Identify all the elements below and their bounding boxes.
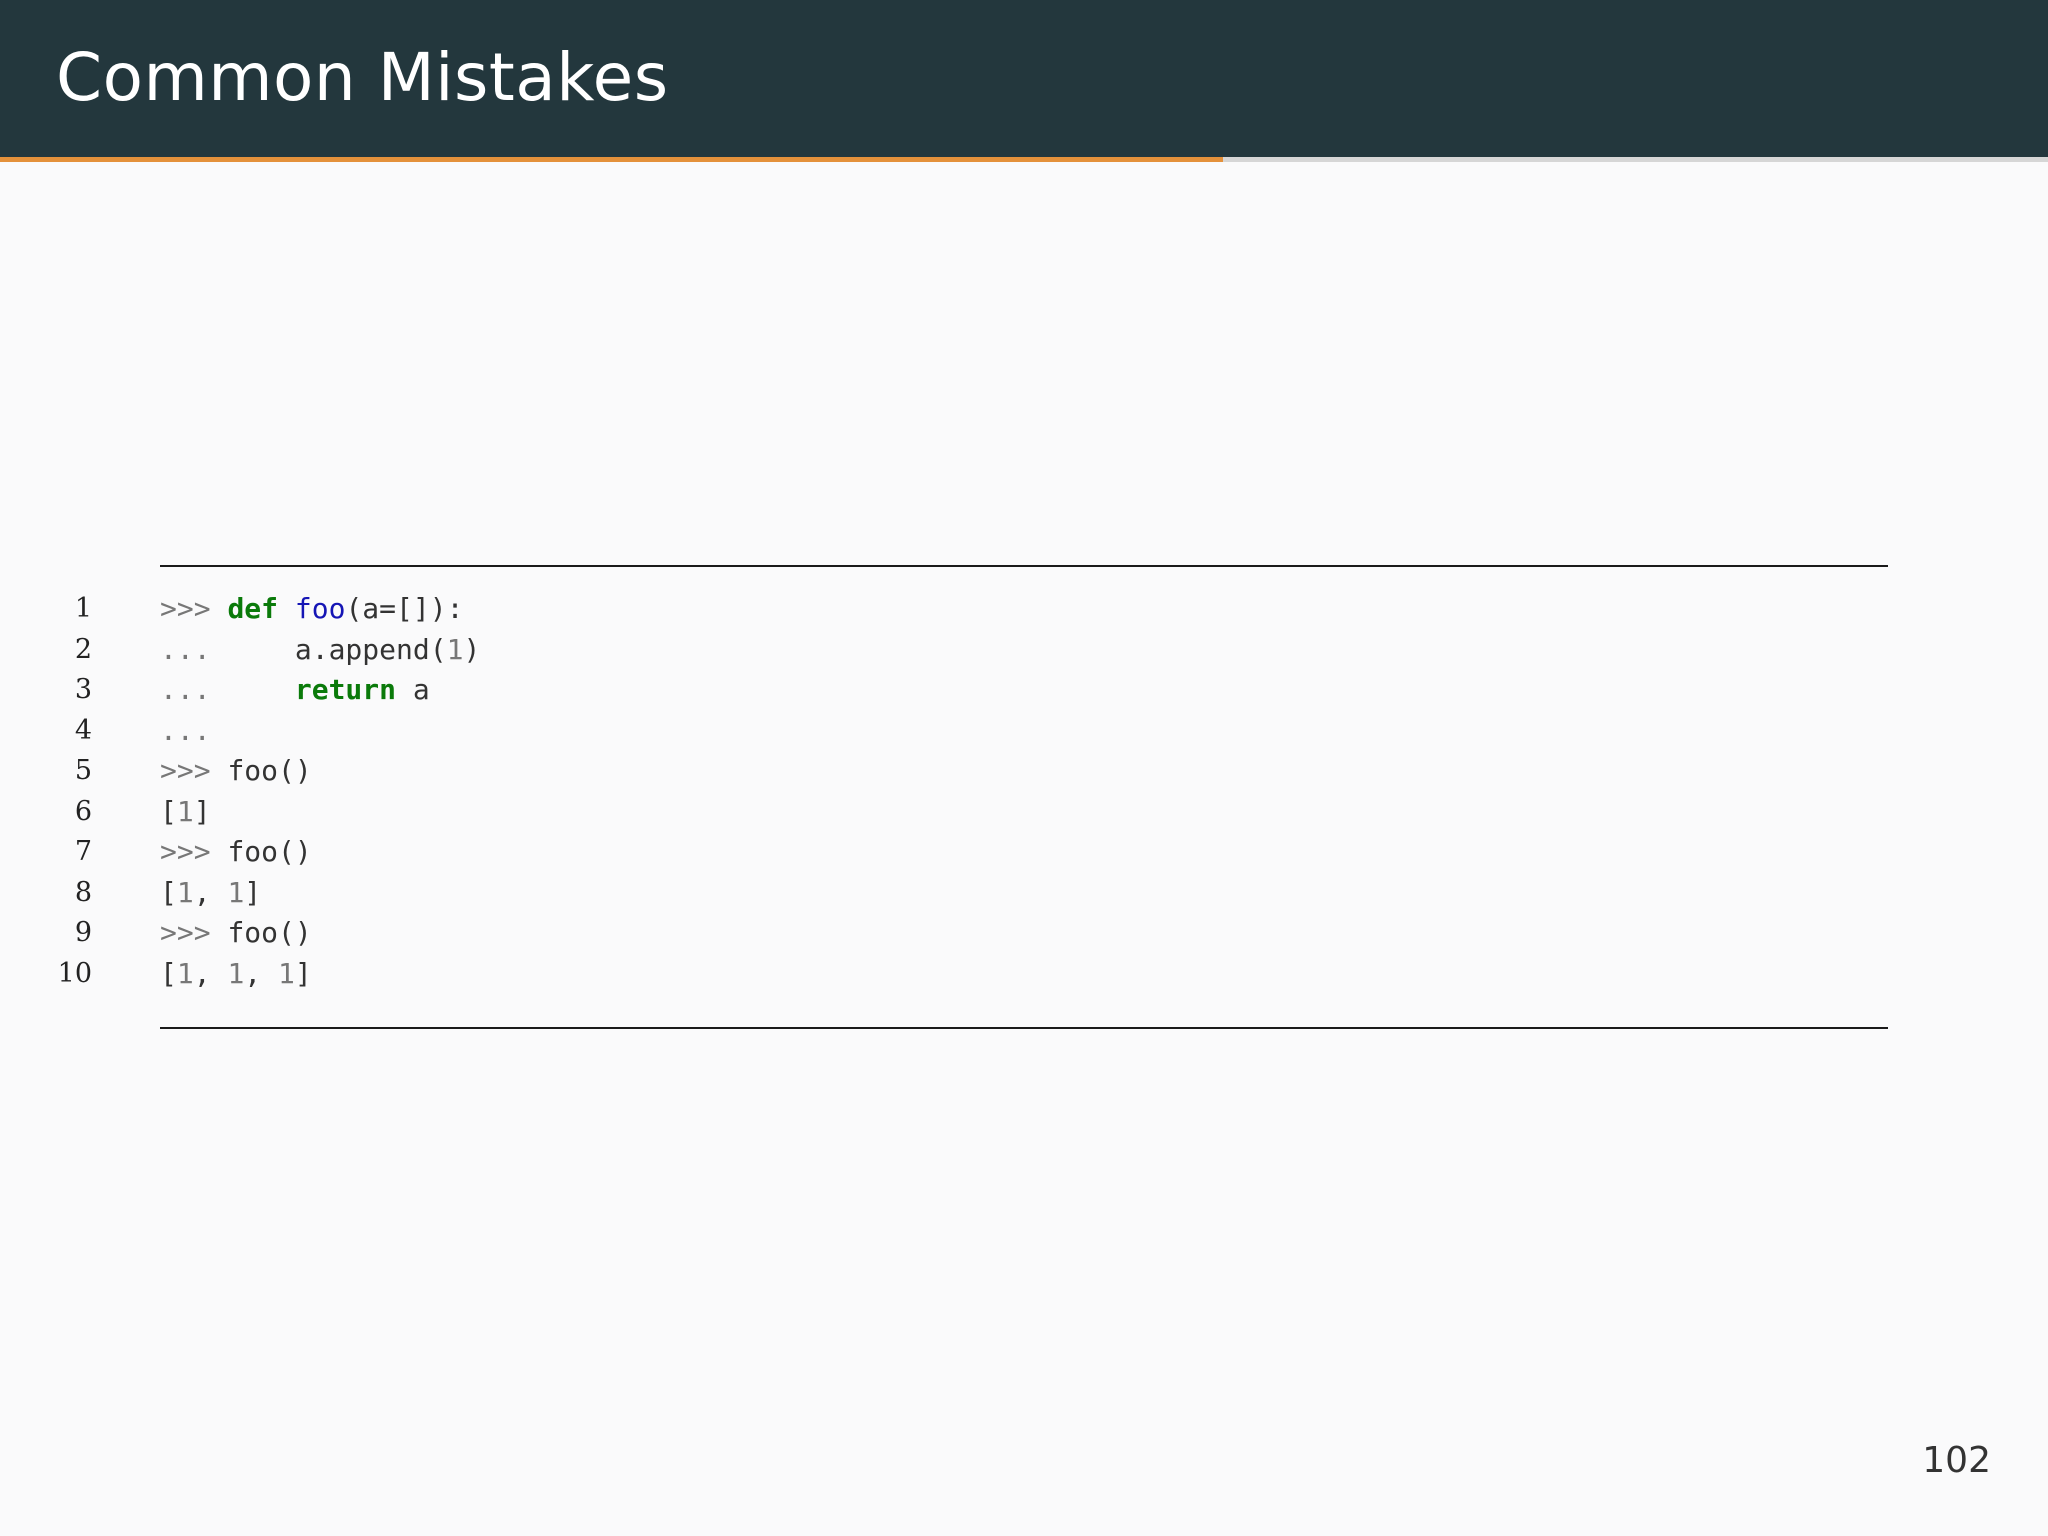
page-number: 102 (1922, 1440, 1991, 1481)
line-number: 8 (74, 876, 92, 908)
code-token-plain: a.append( (294, 632, 447, 666)
code-line: 2... a.append(1) (0, 630, 2048, 671)
code-line: 3... return a (0, 670, 2048, 711)
code-token-plain: ) (463, 632, 481, 666)
code-token-plain: , (193, 875, 228, 909)
line-number: 4 (74, 714, 92, 746)
code-token-plain: ] (294, 956, 312, 990)
code-text: [1, 1, 1] (160, 954, 312, 994)
code-line: 8 [1, 1] (0, 873, 2048, 914)
code-token-plain: [ (160, 875, 177, 909)
code-text: ... return a (160, 670, 430, 710)
progress-bar-fill (0, 157, 1223, 162)
code-line: 4... (0, 711, 2048, 752)
code-line: 7 >>> foo() (0, 832, 2048, 873)
code-listing: 1 >>> def foo(a=[]): 2... a.append(1) 3... … (0, 589, 2048, 994)
line-number: 2 (74, 633, 92, 665)
code-token-num: 1 (176, 875, 194, 909)
line-number: 10 (57, 957, 92, 989)
code-token-prompt: >>> (160, 835, 228, 868)
code-line: 6 [1] (0, 792, 2048, 833)
code-token-prompt: ... (160, 632, 295, 666)
code-line: 5 >>> foo() (0, 751, 2048, 792)
line-number: 9 (74, 917, 92, 948)
code-text: >>> foo() (160, 913, 312, 953)
code-token-plain: foo() (227, 916, 312, 949)
code-token-plain: [ (160, 794, 177, 828)
progress-bar (0, 157, 2048, 162)
code-token-prompt: >>> (160, 754, 228, 787)
slide-title: Common Mistakes (56, 39, 669, 116)
line-number: 5 (74, 755, 92, 786)
line-number: 3 (74, 674, 92, 705)
line-number: 6 (74, 795, 92, 827)
code-text: ... (160, 711, 211, 751)
code-token-prompt: >>> (160, 592, 228, 625)
code-token-kw: def (227, 592, 279, 625)
line-number: 7 (74, 836, 92, 867)
code-text: >>> def foo(a=[]): (160, 589, 463, 629)
code-token-prompt: >>> (160, 916, 228, 949)
code-text: [1, 1] (160, 873, 261, 913)
slide-header: Common Mistakes (0, 0, 2048, 157)
code-token-plain: a (396, 673, 430, 706)
code-token-num: 1 (446, 632, 464, 666)
code-token-num: 1 (227, 875, 245, 909)
code-text: ... a.append(1) (160, 630, 480, 670)
code-token-fn: foo (294, 592, 346, 625)
code-line: 9 >>> foo() (0, 913, 2048, 954)
code-text: >>> foo() (160, 751, 312, 791)
code-token-kw: return (294, 673, 397, 706)
code-token-plain: foo() (227, 835, 312, 868)
line-number: 1 (74, 593, 92, 624)
code-block-top-rule (160, 565, 1888, 567)
code-text: >>> foo() (160, 832, 312, 872)
code-token-plain: , (244, 956, 279, 990)
code-token-num: 1 (176, 956, 194, 990)
code-token-num: 1 (227, 956, 245, 990)
code-line: 1 >>> def foo(a=[]): (0, 589, 2048, 630)
code-token-plain: , (193, 956, 228, 990)
code-token-num: 1 (278, 956, 295, 990)
code-token-plain: (a=[]): (345, 592, 464, 625)
code-block-bottom-rule (160, 1027, 1888, 1029)
code-token-prompt: ... (160, 673, 295, 706)
code-token-plain: foo() (227, 754, 312, 787)
code-line: 10 [1, 1, 1] (0, 954, 2048, 995)
code-token-num: 1 (176, 794, 194, 828)
code-token-plain: [ (160, 956, 177, 990)
code-token-plain: ] (244, 875, 262, 909)
code-token-prompt: ... (160, 713, 211, 747)
code-token-plain: ] (193, 794, 211, 828)
code-text: [1] (160, 792, 211, 832)
